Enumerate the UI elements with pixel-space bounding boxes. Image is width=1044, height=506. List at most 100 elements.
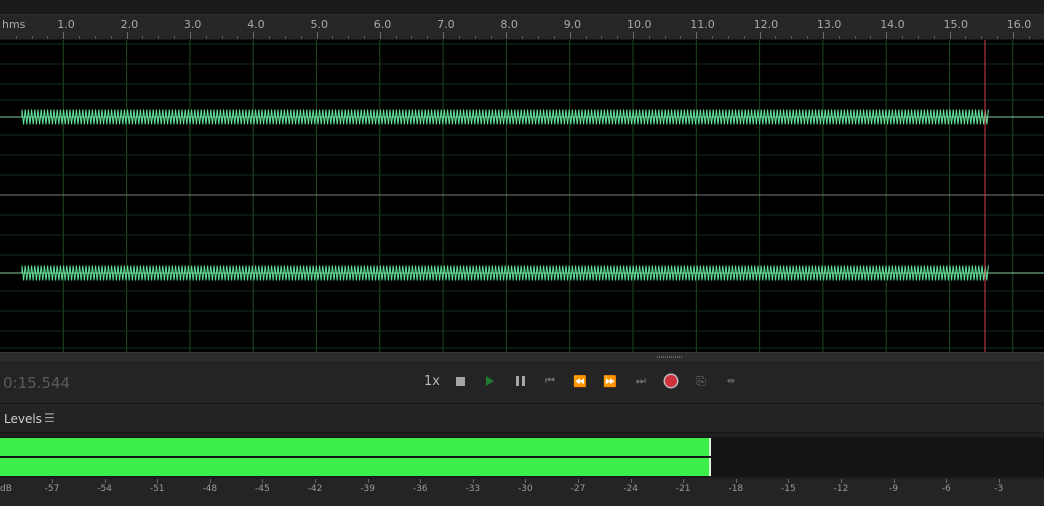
transport-bar: 0:15.544 1x ⏮ ⏪ ⏩ ⏭ ⎘ ⇹ bbox=[0, 361, 1044, 404]
record-icon bbox=[665, 375, 677, 387]
level-meter-right-bar bbox=[0, 458, 710, 476]
ruler-tick-label: 2.0 bbox=[120, 18, 139, 31]
ruler-tick-label: 15.0 bbox=[943, 18, 969, 31]
ruler-minor-tick bbox=[902, 36, 904, 39]
ruler-tick-label: 10.0 bbox=[627, 18, 652, 31]
ruler-tick bbox=[696, 32, 698, 39]
ruler-minor-tick bbox=[585, 36, 587, 39]
ruler-minor-tick bbox=[490, 36, 492, 39]
db-scale-label: -15 bbox=[781, 484, 796, 494]
ruler-tick bbox=[316, 32, 318, 39]
ruler-minor-tick bbox=[363, 36, 365, 39]
db-scale-label: -27 bbox=[570, 484, 586, 494]
ruler-minor-tick bbox=[981, 36, 983, 39]
db-scale-label: -39 bbox=[360, 484, 375, 494]
playback-speed-button[interactable]: 1x bbox=[422, 373, 442, 389]
ruler-minor-tick bbox=[807, 36, 809, 39]
ruler-tick bbox=[189, 32, 191, 39]
ruler-minor-tick bbox=[158, 36, 160, 39]
ruler-minor-tick bbox=[110, 36, 112, 39]
level-meter bbox=[0, 437, 1044, 477]
ruler-tick-label: 4.0 bbox=[247, 18, 265, 31]
waveform-grid bbox=[0, 40, 1044, 352]
ruler-minor-tick bbox=[648, 36, 650, 39]
skip-selection-button[interactable]: ⇹ bbox=[722, 373, 740, 389]
db-scale-label: -51 bbox=[149, 484, 165, 494]
ruler-minor-tick bbox=[221, 36, 223, 39]
ruler-minor-tick bbox=[522, 36, 524, 39]
ruler-tick-label: 5.0 bbox=[310, 18, 329, 31]
hamburger-menu-icon[interactable]: ☰ bbox=[44, 411, 55, 425]
levels-panel: Levels ☰ dB -57 -54 -51 -48 -45 -42 -39 -36 -33 -3… bbox=[0, 404, 1044, 506]
db-scale-label: -12 bbox=[833, 484, 849, 494]
rewind-button[interactable]: ⏪ bbox=[571, 373, 589, 389]
ruler-minor-tick bbox=[933, 36, 935, 39]
timecode-display[interactable]: 0:15.544 bbox=[3, 374, 70, 392]
panel-top-strip bbox=[0, 0, 1044, 15]
db-scale-label: -21 bbox=[675, 484, 691, 494]
db-scale-label: -57 bbox=[44, 484, 60, 494]
ruler-minor-tick bbox=[538, 36, 540, 39]
db-scale-label: -54 bbox=[97, 484, 112, 494]
ruler-tick bbox=[126, 32, 128, 39]
ruler-minor-tick bbox=[174, 36, 176, 39]
ruler-minor-tick bbox=[727, 36, 729, 39]
ruler-tick bbox=[379, 32, 381, 39]
loop-button[interactable]: ⎘ bbox=[692, 373, 710, 389]
skip-to-end-button[interactable]: ⏭ bbox=[632, 373, 650, 389]
ruler-tick-label: 14.0 bbox=[880, 18, 905, 31]
time-ruler[interactable]: hms 1.0 2.0 3.0 4.0 5.0 6.0 7.0 8.0 9.0 10.0 11.0 1… bbox=[0, 15, 1044, 55]
ruler-tick bbox=[822, 32, 824, 39]
ruler-minor-tick bbox=[79, 36, 81, 39]
ruler-unit-label: hms bbox=[2, 18, 26, 31]
ruler-minor-tick bbox=[854, 36, 856, 39]
ruler-tick bbox=[63, 32, 65, 39]
stop-icon bbox=[455, 376, 465, 386]
db-scale-tick bbox=[525, 479, 527, 483]
ruler-minor-tick bbox=[775, 36, 777, 39]
ruler-minor-tick bbox=[300, 36, 302, 39]
rewind-icon: ⏪ bbox=[573, 374, 587, 388]
stop-button[interactable] bbox=[451, 373, 469, 389]
play-button[interactable] bbox=[481, 373, 499, 389]
levels-header: Levels ☰ bbox=[0, 404, 1044, 433]
db-scale-tick bbox=[209, 479, 211, 483]
levels-title: Levels bbox=[4, 412, 42, 426]
panel-splitter[interactable] bbox=[0, 352, 1044, 361]
db-scale-label: -18 bbox=[728, 484, 744, 494]
waveform-display[interactable] bbox=[0, 40, 1044, 352]
ruler-minor-tick bbox=[791, 36, 793, 39]
level-meter-left-bar bbox=[0, 438, 710, 456]
record-button[interactable] bbox=[662, 373, 680, 389]
ruler-minor-tick bbox=[269, 36, 271, 39]
db-scale-tick bbox=[104, 479, 106, 483]
db-scale-tick bbox=[841, 479, 842, 483]
loop-icon: ⎘ bbox=[696, 373, 706, 388]
db-scale-tick bbox=[683, 479, 685, 483]
ruler-minor-tick bbox=[411, 36, 413, 39]
fast-forward-button[interactable]: ⏩ bbox=[601, 373, 619, 389]
pause-icon bbox=[515, 376, 525, 386]
ruler-minor-tick bbox=[458, 36, 460, 39]
db-scale-tick bbox=[472, 479, 474, 483]
ruler-minor-tick bbox=[553, 36, 555, 39]
ruler-tick bbox=[1012, 32, 1014, 39]
db-scale-tick bbox=[315, 479, 316, 483]
db-scale-tick bbox=[157, 479, 159, 483]
db-scale-label: -6 bbox=[941, 484, 951, 494]
db-scale-label: -36 bbox=[412, 484, 428, 494]
ruler-minor-tick bbox=[427, 36, 429, 39]
ruler-minor-tick bbox=[680, 36, 682, 39]
skip-to-start-button[interactable]: ⏮ bbox=[541, 373, 559, 389]
db-scale-tick bbox=[998, 479, 1000, 483]
ruler-tick-label: 9.0 bbox=[563, 18, 582, 31]
ruler-tick bbox=[949, 32, 951, 39]
db-scale-tick bbox=[630, 479, 632, 483]
ruler-tick-label: 8.0 bbox=[500, 18, 518, 31]
db-scale-label: dB bbox=[0, 484, 12, 494]
db-scale-label: -33 bbox=[465, 484, 481, 494]
peak-indicator-right bbox=[708, 458, 711, 476]
splitter-grip-icon[interactable] bbox=[657, 356, 683, 358]
skip-to-end-icon: ⏭ bbox=[636, 374, 646, 387]
pause-button[interactable] bbox=[511, 373, 529, 389]
